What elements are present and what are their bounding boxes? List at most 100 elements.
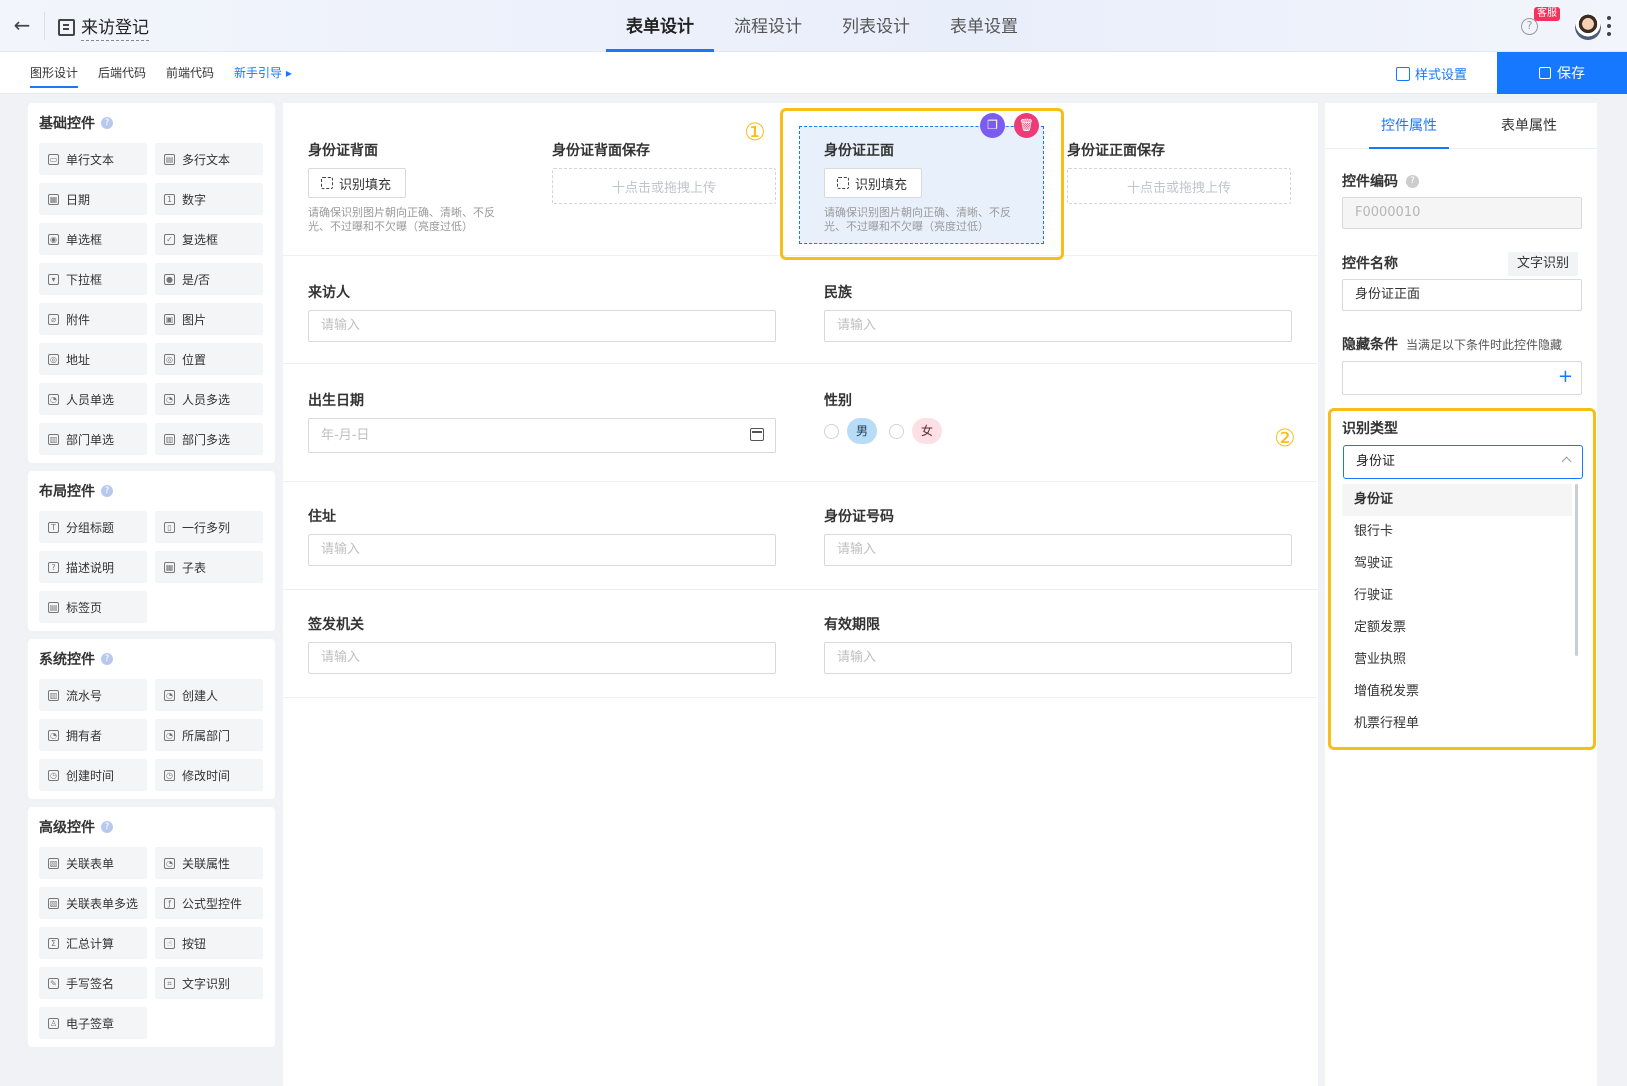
dropdown-option[interactable]: 银行卡 bbox=[1342, 516, 1572, 548]
copy-icon[interactable]: ❐ bbox=[980, 113, 1005, 138]
dropdown-icon: ▾ bbox=[48, 273, 59, 285]
style-settings-button[interactable]: 样式设置 bbox=[1396, 64, 1467, 83]
dropdown-option[interactable]: 营业执照 bbox=[1342, 644, 1572, 676]
control-item[interactable]: ◔ 关联属性 bbox=[155, 847, 263, 879]
control-item[interactable]: ▯ 一行多列 bbox=[155, 511, 263, 543]
control-item[interactable]: ◷ 修改时间 bbox=[155, 759, 263, 791]
control-item[interactable]: ▥ 部门单选 bbox=[39, 423, 147, 455]
tab-graphic-design[interactable]: 图形设计 bbox=[22, 52, 86, 94]
save-button[interactable]: 保存 bbox=[1497, 52, 1627, 94]
control-item[interactable]: ▤ 多行文本 bbox=[155, 143, 263, 175]
users-icon: ◔ bbox=[164, 393, 175, 405]
control-name-input[interactable]: 身份证正面 bbox=[1342, 279, 1582, 311]
more-menu-icon[interactable] bbox=[1607, 16, 1611, 40]
control-item-label: 图片 bbox=[182, 312, 207, 327]
dropdown-option[interactable]: 机票行程单 bbox=[1342, 708, 1572, 734]
control-item[interactable]: ◷ 创建时间 bbox=[39, 759, 147, 791]
add-icon[interactable]: + bbox=[1558, 367, 1573, 387]
save-icon bbox=[1539, 67, 1551, 79]
ethnicity-input[interactable]: 请输入 bbox=[824, 310, 1292, 342]
control-item[interactable]: ◔ 创建人 bbox=[155, 679, 263, 711]
ocr-fill-button[interactable]: 识别填充 bbox=[308, 168, 407, 198]
tab-frontend-code[interactable]: 前端代码 bbox=[158, 52, 222, 94]
dropdown-option[interactable]: 身份证 bbox=[1342, 484, 1572, 516]
radio-male[interactable]: 男 bbox=[824, 418, 878, 444]
customer-service-badge[interactable]: 客服 bbox=[1534, 7, 1560, 21]
control-item[interactable]: ▭ 单行文本 bbox=[39, 143, 147, 175]
help-icon[interactable]: ? bbox=[1406, 174, 1419, 188]
tab-control-props[interactable]: 控件属性 bbox=[1349, 103, 1469, 149]
control-item[interactable]: ◉ 单选框 bbox=[39, 223, 147, 255]
control-item[interactable]: ƒ 公式型控件 bbox=[155, 887, 263, 919]
control-item[interactable]: ▥ 部门多选 bbox=[155, 423, 263, 455]
app-title[interactable]: 来访登记 bbox=[58, 13, 149, 41]
help-icon[interactable]: ? bbox=[101, 821, 113, 833]
upload-dropzone[interactable]: 十点击或拖拽上传 bbox=[1067, 168, 1291, 204]
control-item-label: 关联表单 bbox=[66, 856, 115, 871]
dropdown-option[interactable]: 增值税发票 bbox=[1342, 676, 1572, 708]
visitor-input[interactable]: 请输入 bbox=[308, 310, 776, 342]
birth-date-input[interactable]: 年-月-日 bbox=[308, 418, 776, 453]
control-item[interactable]: ▦ 子表 bbox=[155, 551, 263, 583]
field-label: 住址 bbox=[308, 509, 336, 525]
control-item[interactable]: ▧ 关联表单 bbox=[39, 847, 147, 879]
delete-icon[interactable]: 🗑 bbox=[1014, 113, 1039, 138]
avatar[interactable] bbox=[1575, 14, 1601, 40]
help-icon[interactable]: ? bbox=[101, 485, 113, 497]
hide-condition-field[interactable]: + bbox=[1342, 361, 1582, 395]
hide-condition-note: 当满足以下条件时此控件隐藏 bbox=[1406, 337, 1563, 352]
control-item-label: 拥有者 bbox=[66, 728, 103, 743]
tab-list-design[interactable]: 列表设计 bbox=[822, 0, 930, 52]
tab-form-props[interactable]: 表单属性 bbox=[1469, 103, 1589, 148]
control-item[interactable]: ◎ 位置 bbox=[155, 343, 263, 375]
upload-dropzone[interactable]: 十点击或拖拽上传 bbox=[552, 168, 776, 204]
control-item[interactable]: ⌗ 文字识别 bbox=[155, 967, 263, 999]
issuer-input[interactable]: 请输入 bbox=[308, 642, 776, 674]
recognition-type-select[interactable]: 身份证 bbox=[1343, 445, 1583, 479]
dropdown-scrollbar[interactable] bbox=[1575, 484, 1578, 656]
control-item[interactable]: Σ 汇总计算 bbox=[39, 927, 147, 959]
control-item[interactable]: 1 数字 bbox=[155, 183, 263, 215]
address-input[interactable]: 请输入 bbox=[308, 534, 776, 566]
radio-female[interactable]: 女 bbox=[889, 418, 943, 444]
control-item[interactable]: ◔ 所属部门 bbox=[155, 719, 263, 751]
tab-flow-design[interactable]: 流程设计 bbox=[714, 0, 822, 52]
tab-backend-code[interactable]: 后端代码 bbox=[90, 52, 154, 94]
control-item[interactable]: ▦ 日期 bbox=[39, 183, 147, 215]
back-arrow-icon[interactable]: ← bbox=[10, 14, 34, 38]
field-id-front-selected[interactable]: 身份证正面 识别填充 请确保识别图片朝向正确、清晰、不反光、不过曝和不欠曝（亮度… bbox=[799, 126, 1044, 244]
dropdown-option[interactable]: 驾驶证 bbox=[1342, 548, 1572, 580]
control-item[interactable]: ? 描述说明 bbox=[39, 551, 147, 583]
control-item[interactable]: ✓ 复选框 bbox=[155, 223, 263, 255]
control-item-label: 关联属性 bbox=[182, 856, 231, 871]
help-icon[interactable]: ? bbox=[101, 653, 113, 665]
control-item[interactable]: ⌀ 附件 bbox=[39, 303, 147, 335]
control-item[interactable]: ▧ 关联表单多选 bbox=[39, 887, 147, 919]
guide-link[interactable]: 新手引导 ▸ bbox=[226, 52, 300, 94]
field-address: 住址 请输入 bbox=[308, 506, 776, 566]
control-item[interactable]: ◔ 人员多选 bbox=[155, 383, 263, 415]
tab-form-settings[interactable]: 表单设置 bbox=[930, 0, 1038, 52]
control-item[interactable]: ◎ 地址 bbox=[39, 343, 147, 375]
id-number-input[interactable]: 请输入 bbox=[824, 534, 1292, 566]
control-item[interactable]: ♙ 电子签章 bbox=[39, 1007, 147, 1039]
chevron-up-icon bbox=[1561, 456, 1572, 467]
control-item[interactable]: ◔ 拥有者 bbox=[39, 719, 147, 751]
control-item[interactable]: ● 是/否 bbox=[155, 263, 263, 295]
control-item[interactable]: T 分组标题 bbox=[39, 511, 147, 543]
dropdown-option[interactable]: 定额发票 bbox=[1342, 612, 1572, 644]
tab-form-design[interactable]: 表单设计 bbox=[606, 0, 714, 52]
control-item[interactable]: ☝ 按钮 bbox=[155, 927, 263, 959]
validity-input[interactable]: 请输入 bbox=[824, 642, 1292, 674]
control-item[interactable]: ▾ 下拉框 bbox=[39, 263, 147, 295]
link-attr-icon: ◔ bbox=[164, 857, 175, 869]
control-item[interactable]: ▥ 流水号 bbox=[39, 679, 147, 711]
help-icon[interactable]: ? bbox=[101, 117, 113, 129]
control-item[interactable]: ▤ 标签页 bbox=[39, 591, 147, 623]
control-item[interactable]: ✎ 手写签名 bbox=[39, 967, 147, 999]
ocr-fill-button[interactable]: 识别填充 bbox=[824, 168, 923, 198]
control-item[interactable]: ▣ 图片 bbox=[155, 303, 263, 335]
radio-icon: ◉ bbox=[48, 233, 59, 245]
dropdown-option[interactable]: 行驶证 bbox=[1342, 580, 1572, 612]
control-item[interactable]: ◔ 人员单选 bbox=[39, 383, 147, 415]
